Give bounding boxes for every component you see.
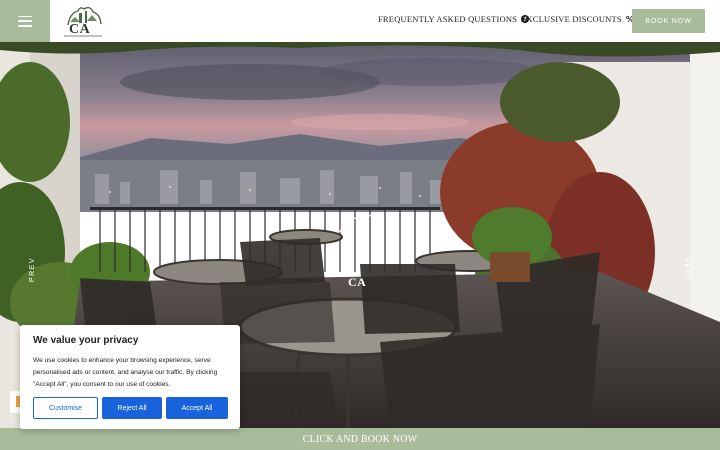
site-header: CA FREQUENTLY ASKED QUESTIONS ? EXCLUSIV… [0, 0, 720, 42]
customise-button[interactable]: Customise [33, 397, 98, 419]
cookie-description: We use cookies to enhance your browsing … [33, 357, 218, 388]
next-slide-button[interactable]: NEXT [683, 257, 690, 282]
cookie-consent-dialog: We value your privacy We use cookies to … [20, 325, 240, 429]
hamburger-icon [18, 15, 32, 27]
hero-watermark-logo: CA [348, 275, 367, 289]
prev-slide-button[interactable]: PREV [29, 257, 36, 282]
nav-faq-label: FREQUENTLY ASKED QUESTIONS [378, 14, 518, 24]
cookie-title: We value your privacy [33, 335, 139, 346]
menu-button[interactable] [0, 0, 50, 42]
reject-all-button[interactable]: Reject All [102, 397, 162, 419]
logo-text: CA [69, 22, 91, 37]
cookie-button-row: Customise Reject All Accept All [33, 397, 228, 419]
site-logo[interactable]: CA [60, 3, 106, 39]
click-and-book-bar[interactable]: CLICK AND BOOK NOW [0, 428, 720, 450]
nav-faq-link[interactable]: FREQUENTLY ASKED QUESTIONS ? [378, 14, 530, 24]
accept-all-button[interactable]: Accept All [166, 397, 228, 419]
nav-discounts-label: EXCLUSIVE DISCOUNTS [521, 14, 622, 24]
book-now-button[interactable]: BOOK NOW [632, 9, 705, 33]
nav-discounts-link[interactable]: EXCLUSIVE DISCOUNTS % [521, 14, 634, 24]
